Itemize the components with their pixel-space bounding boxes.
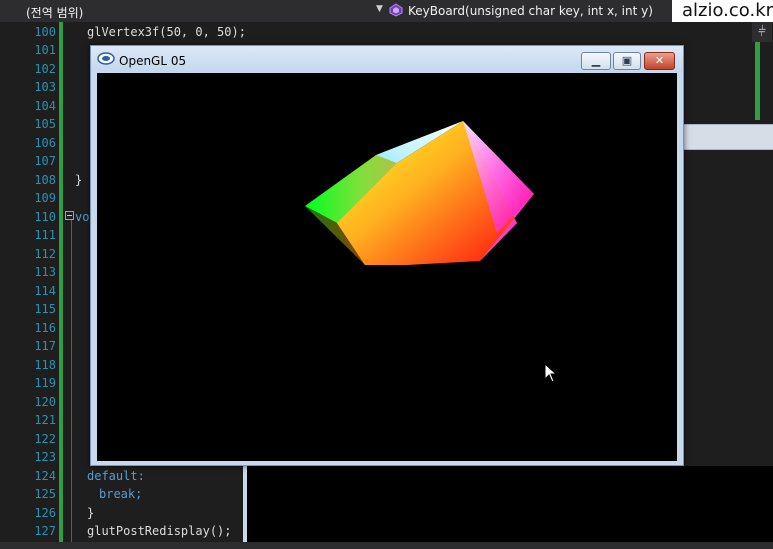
ide-nav-bar: (전역 범위) ▼ KeyBoard(unsigned char key, in…	[0, 0, 773, 22]
line-number: 103	[34, 80, 56, 94]
minimize-button[interactable]: ▁	[581, 52, 611, 70]
code-line[interactable]: glutPostRedisplay();	[87, 524, 232, 538]
line-number: 126	[34, 506, 56, 520]
split-view-icon[interactable]: ⫩	[752, 22, 772, 42]
window-titlebar[interactable]: OpenGL 05 ▁ ▣ ✕	[91, 46, 683, 72]
window-title: OpenGL 05	[119, 54, 187, 68]
opengl-window[interactable]: OpenGL 05 ▁ ▣ ✕	[90, 45, 684, 466]
code-line[interactable]: vo	[75, 210, 89, 224]
line-number: 119	[34, 376, 56, 390]
color-cube-render	[305, 121, 534, 265]
line-number: 125	[34, 487, 56, 501]
line-number: 115	[34, 302, 56, 316]
member-dropdown[interactable]: KeyBoard(unsigned char key, int x, int y…	[408, 4, 653, 18]
line-number: 108	[34, 173, 56, 187]
line-number: 124	[34, 469, 56, 483]
line-number: 113	[34, 265, 56, 279]
code-line[interactable]: }	[75, 173, 82, 187]
watermark-label: alzio.co.kr	[672, 0, 773, 22]
line-number: 122	[34, 432, 56, 446]
maximize-button[interactable]: ▣	[613, 52, 641, 70]
code-line[interactable]: break;	[99, 487, 142, 501]
close-button[interactable]: ✕	[644, 52, 675, 70]
line-number: 123	[34, 450, 56, 464]
method-icon	[389, 3, 403, 17]
line-number: 105	[34, 117, 56, 131]
line-number: 116	[34, 321, 56, 335]
line-number: 114	[34, 284, 56, 298]
collapse-toggle-icon[interactable]	[65, 211, 74, 220]
line-number: 127	[34, 524, 56, 538]
scope-dropdown-arrow-icon[interactable]: ▼	[376, 4, 383, 14]
status-bar	[0, 542, 773, 549]
line-number: 120	[34, 395, 56, 409]
change-indicator-bar	[59, 22, 63, 542]
line-number: 118	[34, 358, 56, 372]
code-line[interactable]: }	[87, 506, 94, 520]
opengl-viewport[interactable]	[97, 73, 677, 461]
line-number: 100	[34, 25, 56, 39]
line-number: 101	[34, 43, 56, 57]
line-number: 117	[34, 339, 56, 353]
code-line[interactable]: glVertex3f(50, 0, 50);	[87, 25, 246, 39]
line-number: 109	[34, 191, 56, 205]
line-number: 102	[34, 62, 56, 76]
mouse-cursor-icon	[544, 363, 558, 383]
opengl-app-icon	[97, 52, 115, 65]
line-number: 111	[34, 228, 56, 242]
line-number: 121	[34, 413, 56, 427]
scope-dropdown[interactable]: (전역 범위)	[26, 4, 83, 21]
background-window-titlebar	[682, 124, 773, 150]
line-number: 110	[34, 210, 56, 224]
change-indicator-strip	[755, 42, 760, 120]
line-number: 112	[34, 247, 56, 261]
line-number: 107	[34, 154, 56, 168]
scope-guide-line	[71, 220, 72, 549]
code-line[interactable]: default:	[87, 469, 145, 483]
line-number: 104	[34, 99, 56, 113]
line-number: 106	[34, 136, 56, 150]
background-window	[243, 466, 773, 549]
